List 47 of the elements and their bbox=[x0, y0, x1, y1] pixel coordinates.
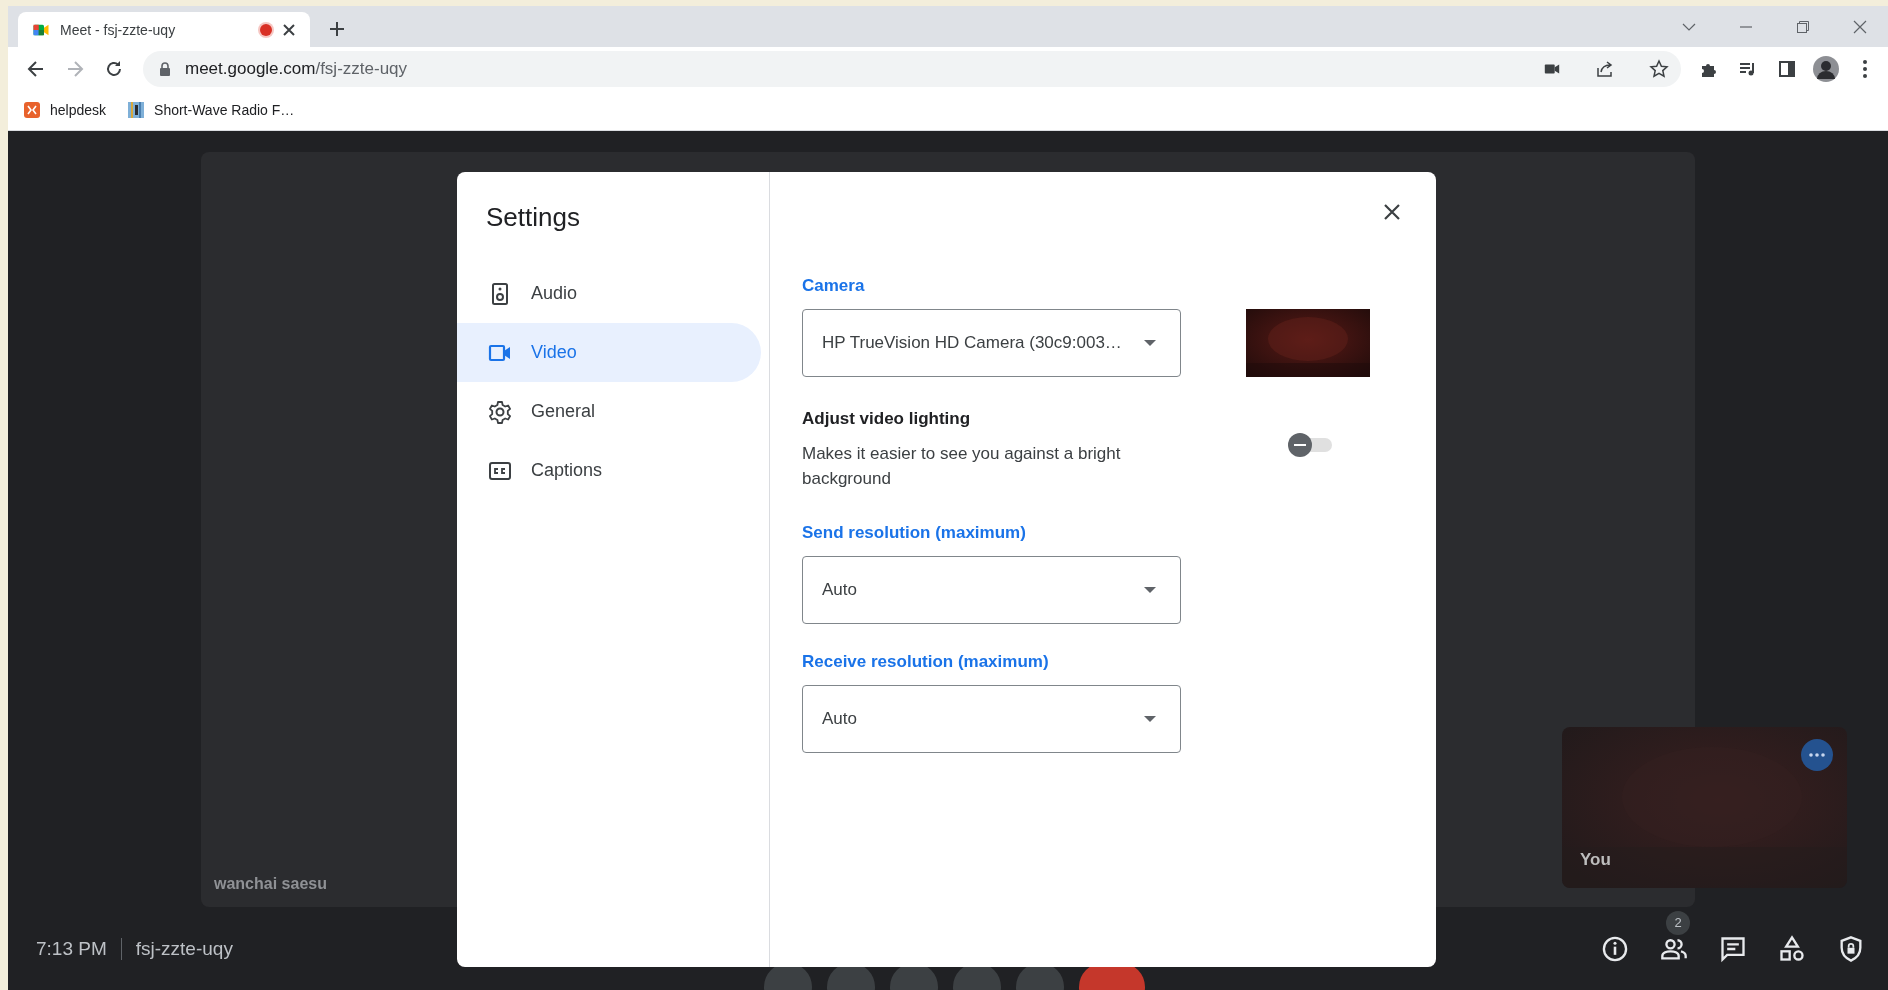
settings-nav-item[interactable]: Video bbox=[457, 323, 761, 382]
gear-icon bbox=[488, 399, 512, 424]
dropdown-caret-icon bbox=[1144, 340, 1156, 346]
toggle-switch[interactable] bbox=[1288, 433, 1334, 457]
field-label: Camera bbox=[802, 276, 866, 296]
avatar-icon[interactable] bbox=[1812, 55, 1839, 82]
more-icon bbox=[1809, 753, 1825, 757]
close-icon[interactable] bbox=[1851, 18, 1868, 35]
back-icon[interactable] bbox=[25, 58, 46, 79]
settings-nav-item[interactable]: Audio bbox=[457, 264, 761, 323]
dropdown-field[interactable]: Auto bbox=[802, 685, 1181, 753]
bookmark-item[interactable]: helpdesk bbox=[24, 102, 107, 118]
participant-name: wanchai saesu bbox=[214, 875, 327, 893]
setting-description: Makes it easier to see you against a bright background bbox=[802, 443, 1122, 490]
field-label: Send resolution (maximum) bbox=[802, 523, 1027, 543]
settings-nav-item[interactable]: General bbox=[457, 382, 761, 441]
browser-tab[interactable]: Meet - fsj-zzte-uqy bbox=[18, 12, 310, 47]
bookmark-favicon-icon bbox=[128, 102, 145, 118]
dropdown-caret-icon bbox=[1144, 716, 1156, 722]
chat-icon[interactable] bbox=[1719, 934, 1747, 963]
settings-nav-item[interactable]: Captions bbox=[457, 441, 761, 500]
share-icon[interactable] bbox=[1595, 58, 1615, 79]
info-icon[interactable] bbox=[1601, 934, 1629, 963]
field-label: Receive resolution (maximum) bbox=[802, 652, 1050, 672]
tab-title: Meet - fsj-zzte-uqy bbox=[60, 21, 177, 38]
side-panel-icon[interactable] bbox=[1776, 58, 1797, 79]
self-view-label: You bbox=[1580, 850, 1611, 870]
meeting-code: fsj-zzte-uqy bbox=[135, 937, 233, 960]
dialog-title: Settings bbox=[485, 202, 581, 234]
meeting-time: 7:13 PM bbox=[36, 937, 107, 960]
url-text[interactable]: meet.google.com/fsj-zzte-uqy bbox=[185, 58, 408, 79]
close-icon[interactable] bbox=[282, 22, 296, 37]
shapes-icon[interactable] bbox=[1778, 934, 1806, 963]
address-bar[interactable]: meet.google.com/fsj-zzte-uqy bbox=[143, 50, 1681, 87]
bookmark-item[interactable]: Short-Wave Radio F… bbox=[128, 102, 295, 118]
star-icon[interactable] bbox=[1649, 58, 1669, 79]
count-badge: 2 bbox=[1666, 910, 1690, 935]
dropdown-field[interactable]: Auto bbox=[802, 556, 1181, 624]
lock-icon bbox=[159, 61, 171, 76]
new-tab-icon[interactable] bbox=[328, 20, 346, 38]
close-icon[interactable] bbox=[1383, 203, 1401, 221]
dropdown-caret-icon bbox=[1144, 587, 1156, 593]
more-menu-icon[interactable] bbox=[1861, 58, 1868, 79]
setting-title: Adjust video lighting bbox=[802, 409, 972, 429]
dropdown-field[interactable]: HP TrueVision HD Camera (30c9:003… bbox=[802, 309, 1181, 377]
bookmark-favicon-icon bbox=[24, 102, 40, 118]
restore-icon[interactable] bbox=[1794, 18, 1811, 35]
